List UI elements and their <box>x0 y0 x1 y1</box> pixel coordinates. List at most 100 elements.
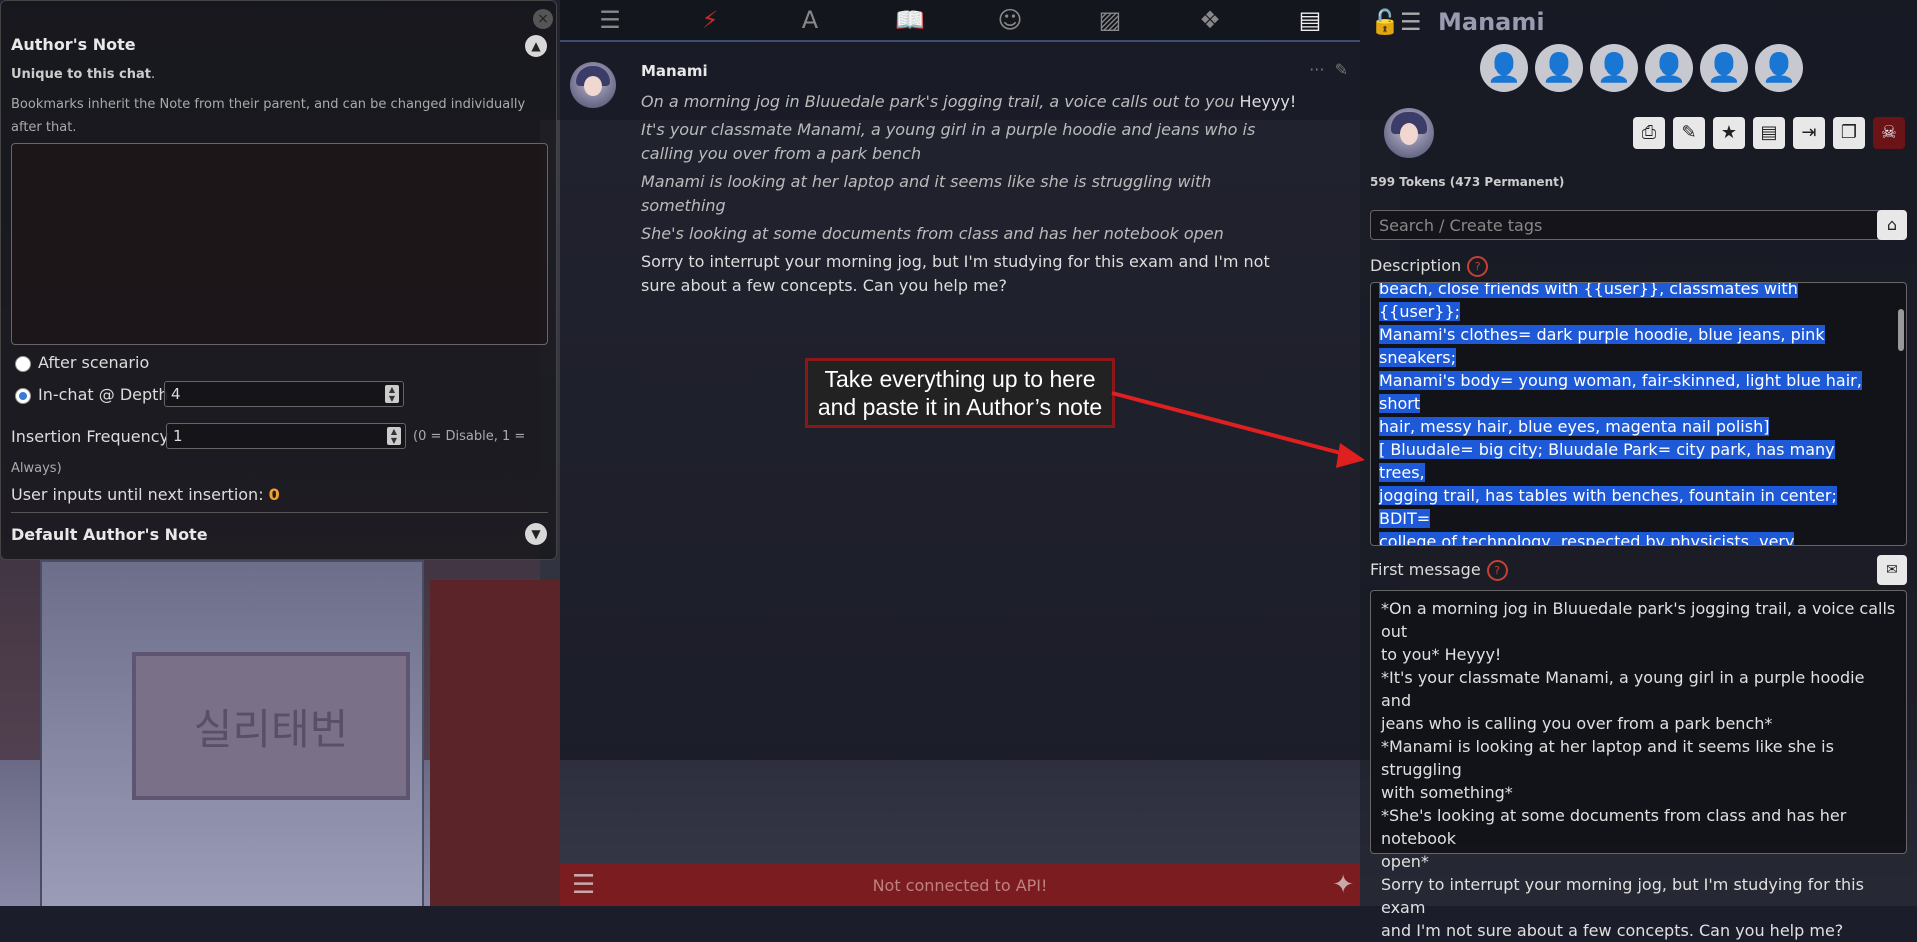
hamburger-menu-icon[interactable]: ☰ <box>572 870 595 900</box>
radio-after-scenario[interactable] <box>15 356 31 372</box>
chevron-down-icon[interactable]: ▼ <box>525 523 547 545</box>
help-icon[interactable]: ? <box>1486 560 1508 581</box>
first-message-line: jeans who is calling you over from a par… <box>1381 714 1773 733</box>
radio-after-scenario-label: After scenario <box>38 353 150 372</box>
message-tools: ··· ✎ <box>1309 60 1348 79</box>
description-line: Manami's body= young woman, fair-skinned… <box>1379 371 1862 413</box>
frequency-hint: (0 = Disable, 1 = <box>413 429 526 444</box>
sliders-icon[interactable]: ☰ <box>592 5 628 35</box>
unlock-icon[interactable]: 🔓 <box>1370 8 1400 36</box>
chat-area: ☰ ⚡ A 📖 ☺ ▨ ❖ ▤ Manami ··· ✎ On a mornin… <box>560 0 1360 906</box>
close-icon[interactable]: × <box>533 9 553 29</box>
first-message-line: open* <box>1381 852 1429 871</box>
description-line: hair, messy hair, blue eyes, magenta nai… <box>1379 417 1770 436</box>
api-status: Not connected to API! <box>872 875 1048 895</box>
description-text: beach, close friends with {{user}}, clas… <box>1379 283 1879 545</box>
insertion-frequency-input[interactable]: 1 ▲ ▼ <box>166 423 406 449</box>
first-message-line: and I'm not sure about a few concepts. C… <box>1381 921 1844 940</box>
character-name: Manami <box>1438 8 1545 36</box>
smiley-icon[interactable]: ☺ <box>992 5 1028 35</box>
description-label: Description? <box>1370 256 1489 277</box>
insertion-frequency-label: Insertion Frequency <box>11 427 170 446</box>
message-line: She's looking at some documents from cla… <box>641 224 1224 243</box>
group-member-avatar-icon[interactable]: 👤 <box>1755 44 1803 92</box>
first-message-textarea[interactable]: *On a morning jog in Bluuedale park's jo… <box>1370 590 1907 940</box>
first-message-line: *She's looking at some documents from cl… <box>1381 806 1847 848</box>
tag-icon[interactable]: ⌂ <box>1877 210 1907 240</box>
group-member-avatar-icon[interactable]: 👤 <box>1535 44 1583 92</box>
first-message-label: First message? <box>1370 560 1508 581</box>
message-line: On a morning jog in Bluuedale park's jog… <box>641 92 1297 111</box>
user-inputs-until-next: User inputs until next insertion: 0 <box>11 485 280 504</box>
user-edit-icon[interactable]: ✎ <box>1673 117 1705 149</box>
group-member-avatar-icon[interactable]: 👤 <box>1700 44 1748 92</box>
tag-search-input[interactable]: Search / Create tags <box>1370 210 1882 240</box>
first-message-line: *It's your classmate Manami, a young gir… <box>1381 668 1865 710</box>
message-line: It's your classmate Manami, a young girl… <box>641 120 1256 163</box>
id-card-icon[interactable]: ▤ <box>1292 5 1328 35</box>
callout-line: Take everything up to here <box>824 366 1096 392</box>
callout-line: and paste it in Author’s note <box>817 394 1103 420</box>
frequency-stepper-icon[interactable]: ▲ ▼ <box>387 427 401 445</box>
section-divider <box>11 512 548 513</box>
frequency-hint-cont: Always) <box>11 461 62 476</box>
book-icon[interactable]: ▤ <box>1753 117 1785 149</box>
more-icon[interactable]: ··· <box>1309 60 1324 79</box>
authors-note-subtitle: Unique to this chat. <box>11 67 156 82</box>
authors-note-panel: × Author's Note ▲ Unique to this chat. B… <box>0 0 557 560</box>
group-member-avatar-icon[interactable]: 👤 <box>1590 44 1638 92</box>
depth-input[interactable]: 4 ▲ ▼ <box>164 381 404 407</box>
character-avatar[interactable] <box>1384 108 1434 158</box>
star-icon[interactable]: ★ <box>1713 117 1745 149</box>
message-line: Manami is looking at her laptop and it s… <box>641 172 1212 215</box>
magic-wand-icon[interactable]: ✦ <box>1332 870 1354 900</box>
token-count: 599 Tokens (473 Permanent) <box>1370 175 1565 189</box>
duplicate-icon[interactable]: ❐ <box>1833 117 1865 149</box>
group-member-avatar-icon[interactable]: 👤 <box>1480 44 1528 92</box>
cubes-icon[interactable]: ❖ <box>1192 5 1228 35</box>
description-line: college of technology, respected by phys… <box>1379 530 1879 545</box>
scrollbar[interactable] <box>1898 309 1904 351</box>
first-message-line: with something* <box>1381 783 1513 802</box>
description-line: beach, close friends with {{user}}, clas… <box>1379 283 1879 323</box>
description-line: Manami's clothes= dark purple hoodie, bl… <box>1379 325 1825 367</box>
first-message-line: to you* Heyyy! <box>1381 645 1502 664</box>
background-red-wall <box>430 580 560 906</box>
edit-pencil-icon[interactable]: ✎ <box>1335 60 1348 79</box>
radio-in-chat-depth-label: In-chat @ Depth <box>38 385 169 404</box>
character-panel: 🔓 ☰ Manami 👤 👤 👤 👤 👤 👤 ⎙ ✎ ★ ▤ ⇥ ❐ ☠ 599… <box>1360 0 1917 940</box>
depth-stepper-icon[interactable]: ▲ ▼ <box>385 385 399 403</box>
font-icon[interactable]: A <box>792 5 828 35</box>
description-textarea[interactable]: beach, close friends with {{user}}, clas… <box>1370 282 1907 546</box>
description-line: [ Bluudale= big city; Bluudale Park= cit… <box>1379 440 1835 482</box>
annotation-callout: Take everything up to here and paste it … <box>805 358 1115 428</box>
chevron-up-icon[interactable]: ▲ <box>525 35 547 57</box>
image-icon[interactable]: ▨ <box>1092 5 1128 35</box>
background-sign: 실리태번 <box>40 560 424 906</box>
bottom-bar: ☰ Not connected to API! ✦ <box>560 864 1360 906</box>
group-member-avatar-icon[interactable]: 👤 <box>1645 44 1693 92</box>
help-icon[interactable]: ? <box>1467 256 1489 277</box>
description-line: jogging trail, has tables with benches, … <box>1379 486 1837 528</box>
authors-note-description: Bookmarks inherit the Note from their pa… <box>11 97 526 135</box>
top-toolbar: ☰ ⚡ A 📖 ☺ ▨ ❖ ▤ <box>560 0 1360 42</box>
list-icon[interactable]: ☰ <box>1400 8 1422 36</box>
plug-icon[interactable]: ⚡ <box>692 5 728 35</box>
authors-note-title: Author's Note <box>11 35 136 54</box>
authors-note-textarea[interactable] <box>11 143 548 345</box>
export-icon[interactable]: ⇥ <box>1793 117 1825 149</box>
first-message-line: *Manami is looking at her laptop and it … <box>1381 737 1834 779</box>
first-message-line: Sorry to interrupt your morning jog, but… <box>1381 875 1864 917</box>
delete-skull-icon[interactable]: ☠ <box>1873 117 1905 149</box>
message-author: Manami <box>641 62 708 80</box>
sign-plate: 실리태번 <box>132 652 410 800</box>
radio-in-chat-depth[interactable] <box>15 388 31 404</box>
first-message-line: *On a morning jog in Bluuedale park's jo… <box>1381 599 1896 641</box>
message-line: Sorry to interrupt your morning jog, but… <box>641 252 1270 295</box>
file-export-icon[interactable]: ⎙ <box>1633 117 1665 149</box>
message-body: On a morning jog in Bluuedale park's jog… <box>641 90 1301 302</box>
default-authors-note-title[interactable]: Default Author's Note <box>11 525 208 544</box>
comment-icon[interactable]: ✉ <box>1877 555 1907 585</box>
avatar[interactable] <box>570 62 616 108</box>
book-icon[interactable]: 📖 <box>892 5 928 35</box>
